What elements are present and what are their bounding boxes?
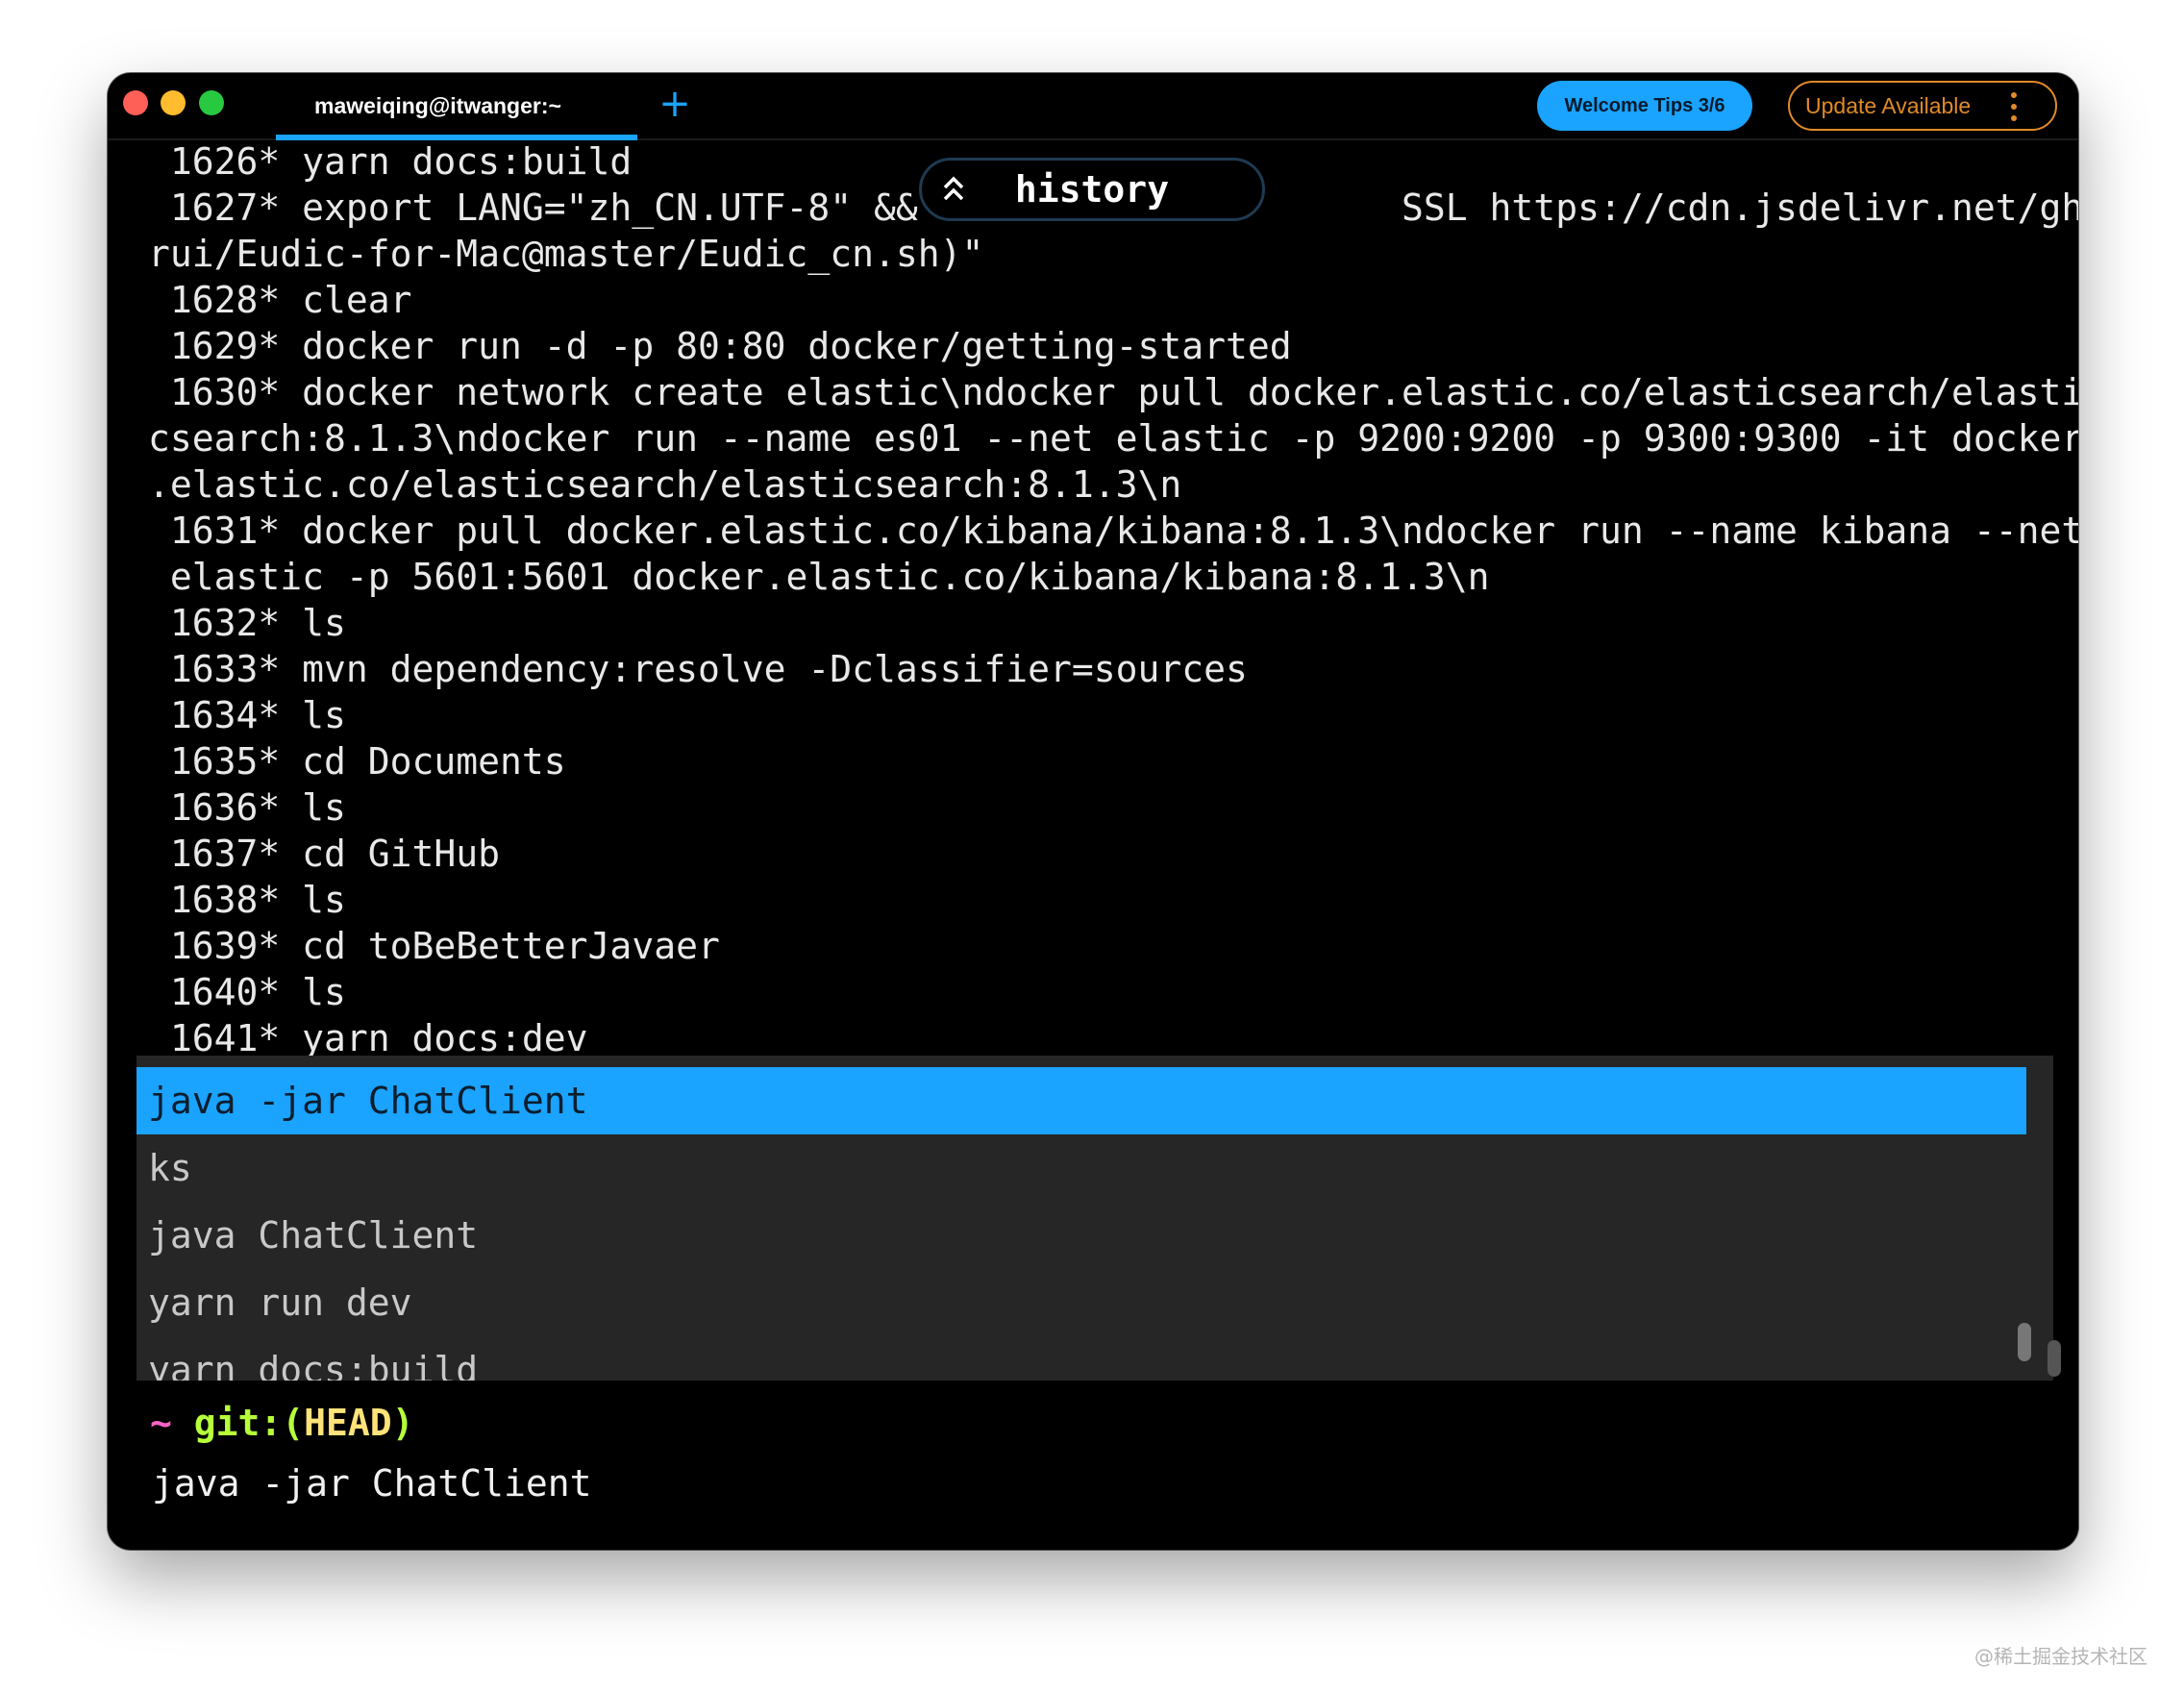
command-input[interactable]: java -jar ChatClient <box>152 1460 592 1506</box>
popup-scrollbar[interactable] <box>2018 1323 2031 1361</box>
history-line: 1628* clear <box>148 279 412 321</box>
title-bar: maweiqing@itwanger:~ + Welcome Tips 3/6 … <box>108 73 2078 140</box>
suggestion-item-selected[interactable]: java -jar ChatClient <box>136 1067 2026 1134</box>
history-line: 1641* yarn docs:dev <box>148 1017 588 1059</box>
history-line: 1632* ls <box>148 602 346 644</box>
update-available-button[interactable]: Update Available <box>1788 81 2057 131</box>
welcome-tips-label: Welcome Tips 3/6 <box>1564 94 1725 116</box>
history-line: 1638* ls <box>148 879 346 921</box>
history-badge-label: history <box>1014 168 1170 211</box>
prompt-git-label: git:( <box>193 1402 305 1444</box>
suggestion-item[interactable]: ks <box>136 1134 2026 1202</box>
minimize-window-button[interactable] <box>161 90 186 115</box>
autocomplete-popup: java -jar ChatClient ks java ChatClient yar… <box>136 1056 2053 1381</box>
history-line: 1636* ls <box>148 786 346 829</box>
history-line: 1634* ls <box>148 694 346 736</box>
history-line: 1637* cd GitHub <box>148 833 501 875</box>
suggestion-item[interactable]: yarn docs:build <box>136 1336 2026 1381</box>
prompt-git-branch: HEAD <box>304 1402 392 1444</box>
new-tab-button[interactable]: + <box>654 83 696 125</box>
shell-prompt: ~ git:(HEAD) <box>150 1400 414 1446</box>
tab-title: maweiqing@itwanger:~ <box>314 92 561 118</box>
update-available-label: Update Available <box>1805 92 1972 118</box>
history-line: 1635* cd Documents <box>148 740 566 783</box>
tab-active[interactable]: maweiqing@itwanger:~ <box>276 73 637 140</box>
history-line: 1639* cd toBeBetterJavaer <box>148 925 720 967</box>
history-line: 1631* docker pull docker.elastic.co/kiba… <box>148 510 2078 552</box>
prompt-cwd: ~ <box>150 1402 172 1444</box>
terminal-scrollbar[interactable] <box>2048 1340 2061 1377</box>
history-search-badge[interactable]: history <box>919 158 1265 221</box>
watermark: @稀土掘金技术社区 <box>1974 1645 2147 1668</box>
history-line: csearch:8.1.3\ndocker run --name es01 --… <box>148 417 2078 460</box>
terminal-output: 1626* yarn docs:build 1627* export LANG=… <box>148 138 2078 1061</box>
welcome-tips-button[interactable]: Welcome Tips 3/6 <box>1537 81 1752 131</box>
suggestion-item[interactable]: java ChatClient <box>136 1202 2026 1269</box>
suggestion-item[interactable]: yarn run dev <box>136 1269 2026 1336</box>
history-line: elastic -p 5601:5601 docker.elastic.co/k… <box>148 556 1490 598</box>
terminal-window: maweiqing@itwanger:~ + Welcome Tips 3/6 … <box>108 73 2078 1550</box>
history-line: 1640* ls <box>148 971 346 1013</box>
history-line: 1629* docker run -d -p 80:80 docker/gett… <box>148 325 1292 367</box>
prompt-git-close: ) <box>391 1402 414 1444</box>
history-line: rui/Eudic-for-Mac@master/Eudic_cn.sh)" <box>148 233 984 275</box>
history-line: 1633* mvn dependency:resolve -Dclassifie… <box>148 648 1248 690</box>
double-chevron-up-icon <box>943 176 964 201</box>
history-line: 1630* docker network create elastic\ndoc… <box>148 371 2078 413</box>
zoom-window-button[interactable] <box>199 90 224 115</box>
close-window-button[interactable] <box>123 90 148 115</box>
history-line: .elastic.co/elasticsearch/elasticsearch:… <box>148 463 1182 506</box>
more-options-icon[interactable] <box>2011 92 2017 121</box>
plus-icon: + <box>658 82 691 126</box>
